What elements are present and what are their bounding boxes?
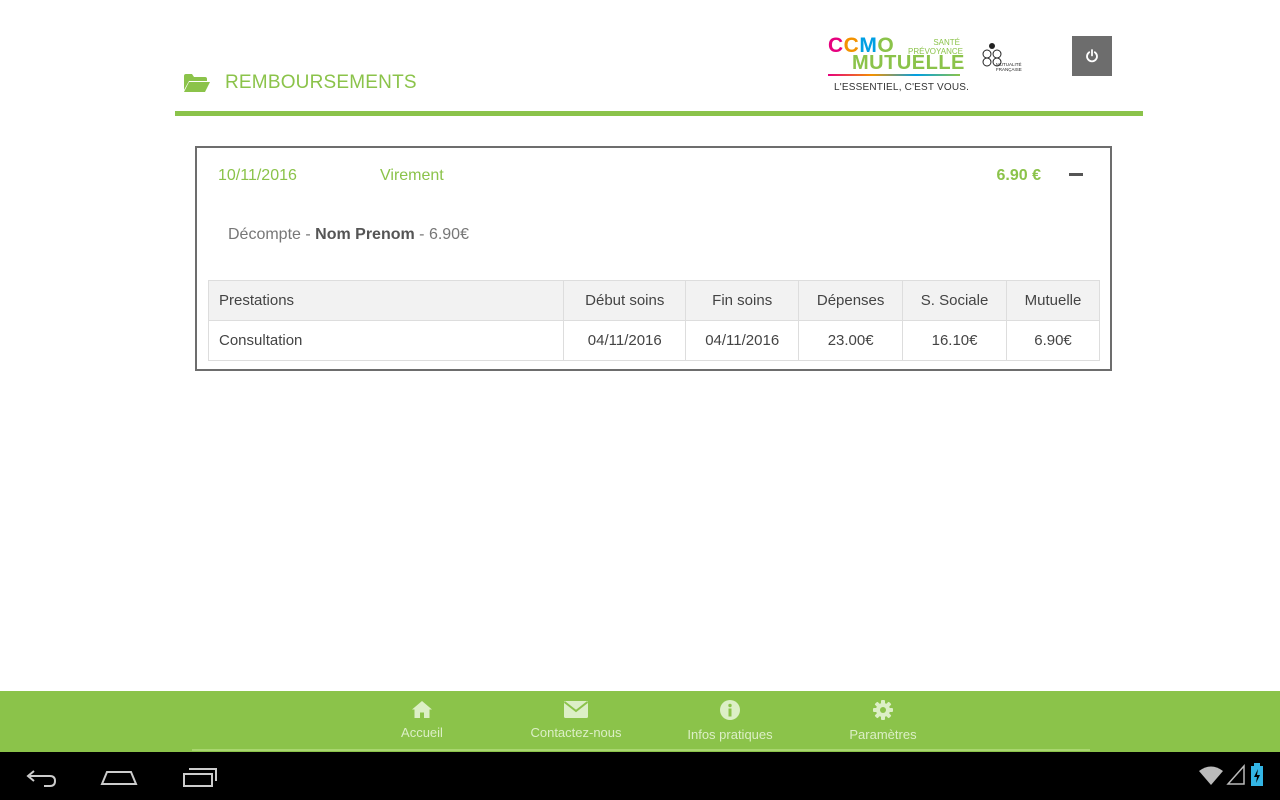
page-title: REMBOURSEMENTS [225,72,417,93]
beneficiary-name: Nom Prenom [315,226,415,243]
nav-item-label: Accueil [401,725,443,740]
home-nav-icon[interactable] [99,762,139,790]
table-cell: 6.90€ [1006,320,1100,361]
recent-apps-icon[interactable] [181,762,219,790]
mutualite-francaise-logo: MUTUALITÉ FRANÇAISE [982,42,1026,72]
table-header-row: Prestations Début soins Fin soins Dépens… [207,280,1100,321]
folder-open-icon [184,74,210,92]
mutualite-label: MUTUALITÉ FRANÇAISE [996,62,1022,72]
decompte-prefix: Décompte - [228,226,316,243]
column-header: Mutuelle [1006,280,1100,321]
ccmo-mutuelle-logo: CCMO SANTÉ PRÉVOYANCE MUTUELLE L'ESSENTI… [826,34,969,98]
app-root: REMBOURSEMENTS CCMO SANTÉ PRÉVOYANCE MUT… [0,0,1280,800]
column-header: S. Sociale [902,280,1008,321]
column-header: Dépenses [798,280,904,321]
column-header: Fin soins [685,280,800,321]
logout-button[interactable] [1072,36,1112,76]
gear-icon [873,700,893,720]
signal-icon [1226,764,1245,785]
table-cell: 23.00€ [798,320,904,361]
reimbursement-date: 10/11/2016 [218,167,297,184]
payment-method: Virement [380,167,444,184]
battery-icon [1251,763,1263,786]
power-icon [1086,49,1098,63]
home-icon [412,701,432,718]
nav-item-label: Contactez-nous [530,725,622,740]
envelope-icon [563,701,589,718]
nav-item-label: Paramètres [849,727,917,742]
decompte-amount: - 6.90€ [414,226,469,243]
nav-item-infos[interactable]: Infos pratiques [665,699,795,742]
nav-item-accueil[interactable]: Accueil [357,699,487,740]
column-header: Début soins [563,280,687,321]
table-cell: 16.10€ [902,320,1008,361]
table-cell: 04/11/2016 [563,320,687,361]
nav-item-contact[interactable]: Contactez-nous [511,699,641,740]
android-system-bar [0,752,1280,800]
collapse-icon[interactable] [1069,173,1083,176]
nav-item-label: Infos pratiques [687,727,773,742]
table-row: Consultation 04/11/2016 04/11/2016 23.00… [207,320,1100,361]
header-divider [175,111,1143,116]
column-header: Prestations [207,280,565,321]
info-icon [720,700,740,720]
table-cell: Consultation [207,320,565,361]
nav-item-parametres[interactable]: Paramètres [818,699,948,742]
reimbursement-amount: 6.90 € [996,167,1041,184]
logo-underline [828,74,960,76]
table-cell: 04/11/2016 [685,320,800,361]
decompte-summary: Décompte - Nom Prenom - 6.90€ [228,226,469,244]
reimbursement-card: 10/11/2016 Virement 6.90 € Décompte - No… [195,146,1112,371]
bottom-navigation: Accueil Contactez-nous Infos pratiques P… [0,691,1280,752]
prestations-table: Prestations Début soins Fin soins Dépens… [207,280,1100,361]
wifi-icon [1199,766,1223,785]
logo-tagline: L'ESSENTIEL, C'EST VOUS. [834,82,970,93]
page-header: REMBOURSEMENTS [183,72,417,94]
back-icon[interactable] [22,762,58,790]
bottom-nav-divider [192,749,1090,751]
logo-mutuelle: MUTUELLE [852,52,965,74]
